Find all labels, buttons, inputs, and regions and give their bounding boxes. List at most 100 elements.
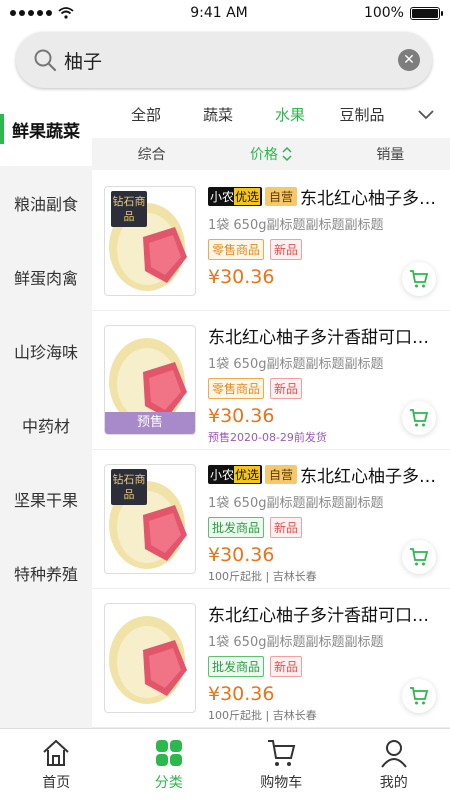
title-row: 小农优选 自营 东北红心柚子多汁香甜可口	[208, 184, 440, 209]
category-icon	[155, 739, 182, 766]
sort-updown-icon	[282, 147, 292, 161]
sort-sales-label: 销量	[376, 147, 405, 163]
new-badge: 新品	[270, 239, 303, 260]
title-row: 东北红心柚子多汁香甜可口多汁	[208, 601, 440, 626]
presale-banner: 预售	[105, 412, 195, 434]
bottom-nav: 首页 分类 购物车 我的	[0, 728, 450, 800]
product-badges: 批发商品 新品	[208, 517, 440, 538]
home-icon	[43, 739, 69, 766]
nav-profile[interactable]: 我的	[338, 729, 450, 800]
wholesale-badge: 批发商品	[208, 517, 265, 538]
signal-dots-icon	[10, 10, 52, 16]
sidebar-item-fresh-produce[interactable]: 鲜果蔬菜	[0, 92, 92, 166]
cart-icon	[268, 739, 296, 766]
self-operated-tag: 自营	[265, 464, 298, 484]
youxuan-label: 优选	[234, 465, 261, 483]
nav-home[interactable]: 首页	[0, 729, 113, 800]
add-to-cart-button[interactable]	[402, 679, 436, 713]
chevron-down-icon[interactable]	[416, 104, 436, 124]
sort-price-label: 价格	[249, 147, 278, 163]
search-input[interactable]	[64, 49, 398, 71]
wholesale-badge: 批发商品	[208, 656, 265, 677]
xiaonong-tag: 小农 优选	[208, 464, 263, 484]
xiaonong-tag: 小农 优选	[208, 186, 263, 206]
product-card[interactable]: 预售 东北红心柚子多汁香甜可口多汁 1袋 650g副标题副标题副标题 零售商品 …	[92, 311, 450, 450]
status-time: 9:41 AM	[190, 5, 248, 21]
nav-cart[interactable]: 购物车	[225, 729, 338, 800]
sidebar-item-special-breeding[interactable]: 特种养殖	[0, 536, 92, 610]
add-to-cart-button[interactable]	[402, 262, 436, 296]
clear-icon[interactable]: ✕	[398, 49, 420, 71]
product-list: 钻石商品 小农优选 自营 东北红心柚子多汁香甜可口 1袋 650g副标题副标题副…	[92, 172, 450, 728]
sort-comprehensive-label: 综合	[137, 147, 166, 163]
search-bar[interactable]: ✕	[16, 32, 432, 88]
sidebar-item-grain-oil[interactable]: 粮油副食	[0, 166, 92, 240]
presale-note: 预售2020-08-29前发货	[208, 431, 327, 444]
cart-icon	[410, 409, 429, 427]
product-badges: 批发商品 新品	[208, 656, 440, 677]
wifi-icon	[58, 7, 74, 19]
product-title: 东北红心柚子多汁香甜可口	[300, 188, 440, 209]
status-bar: 9:41 AM 100%	[0, 0, 450, 26]
youxuan-label: 优选	[234, 187, 261, 205]
diamond-badge: 钻石商品	[111, 191, 147, 227]
self-operated-tag: 自营	[265, 186, 298, 206]
retail-badge: 零售商品	[208, 239, 265, 260]
product-subtitle: 1袋 650g副标题副标题副标题	[208, 496, 384, 511]
product-card[interactable]: 钻石商品 小农优选 自营 东北红心柚子多汁香甜可口 1袋 650g副标题副标题副…	[92, 450, 450, 589]
battery-icon	[409, 6, 443, 20]
title-row: 东北红心柚子多汁香甜可口多汁	[208, 323, 440, 348]
product-subtitle: 1袋 650g副标题副标题副标题	[208, 357, 384, 372]
add-to-cart-button[interactable]	[402, 540, 436, 574]
tab-all[interactable]: 全部	[110, 104, 182, 125]
product-badges: 零售商品 新品	[208, 239, 440, 260]
cart-icon	[410, 687, 429, 705]
wholesale-note: 100斤起批 | 吉林长春	[208, 570, 317, 583]
category-tabs: 全部 蔬菜 水果 豆制品	[92, 92, 450, 136]
product-image[interactable]: 钻石商品	[104, 186, 196, 296]
product-subtitle: 1袋 650g副标题副标题副标题	[208, 218, 384, 233]
sort-bar: 综合 价格 销量	[92, 138, 450, 170]
sidebar-item-nuts[interactable]: 坚果干果	[0, 462, 92, 536]
product-card[interactable]: 东北红心柚子多汁香甜可口多汁 1袋 650g副标题副标题副标题 批发商品 新品 …	[92, 589, 450, 728]
nav-category-label: 分类	[154, 774, 183, 791]
sidebar-item-herbs[interactable]: 中药材	[0, 388, 92, 462]
profile-icon	[380, 739, 407, 768]
tab-fruit[interactable]: 水果	[254, 104, 326, 125]
product-title: 东北红心柚子多汁香甜可口多汁	[208, 327, 440, 348]
search-icon	[34, 49, 57, 72]
battery-percent: 100%	[363, 5, 404, 21]
product-badges: 零售商品 新品	[208, 378, 440, 399]
sort-sales[interactable]: 销量	[331, 144, 450, 164]
xiaonong-label: 小农	[210, 467, 235, 482]
new-badge: 新品	[270, 378, 303, 399]
pomelo-image	[109, 616, 187, 704]
product-image[interactable]: 钻石商品	[104, 464, 196, 574]
product-title: 东北红心柚子多汁香甜可口	[300, 466, 440, 487]
product-subtitle: 1袋 650g副标题副标题副标题	[208, 635, 384, 650]
product-image[interactable]: 预售	[104, 325, 196, 435]
diamond-badge: 钻石商品	[111, 469, 147, 505]
sidebar-item-eggs-meat[interactable]: 鲜蛋肉禽	[0, 240, 92, 314]
product-title: 东北红心柚子多汁香甜可口多汁	[208, 605, 440, 626]
product-card[interactable]: 钻石商品 小农优选 自营 东北红心柚子多汁香甜可口 1袋 650g副标题副标题副…	[92, 172, 450, 311]
sort-price[interactable]: 价格	[211, 144, 330, 164]
retail-badge: 零售商品	[208, 378, 265, 399]
add-to-cart-button[interactable]	[402, 401, 436, 435]
product-image[interactable]	[104, 603, 196, 713]
tab-vegetables[interactable]: 蔬菜	[182, 104, 254, 125]
xiaonong-label: 小农	[210, 189, 235, 204]
new-badge: 新品	[270, 656, 303, 677]
sort-comprehensive[interactable]: 综合	[92, 144, 211, 164]
cart-icon	[410, 270, 429, 288]
status-right: 100%	[363, 5, 443, 21]
status-left	[10, 7, 74, 19]
tab-soy-products[interactable]: 豆制品	[326, 104, 398, 125]
category-sidebar: 鲜果蔬菜 粮油副食 鲜蛋肉禽 山珍海味 中药材 坚果干果 特种养殖	[0, 92, 92, 728]
nav-category[interactable]: 分类	[113, 729, 226, 800]
sidebar-item-delicacies[interactable]: 山珍海味	[0, 314, 92, 388]
cart-icon	[410, 548, 429, 566]
wholesale-note: 100斤起批 | 吉林长春	[208, 709, 317, 722]
new-badge: 新品	[270, 517, 303, 538]
nav-cart-label: 购物车	[260, 774, 303, 791]
